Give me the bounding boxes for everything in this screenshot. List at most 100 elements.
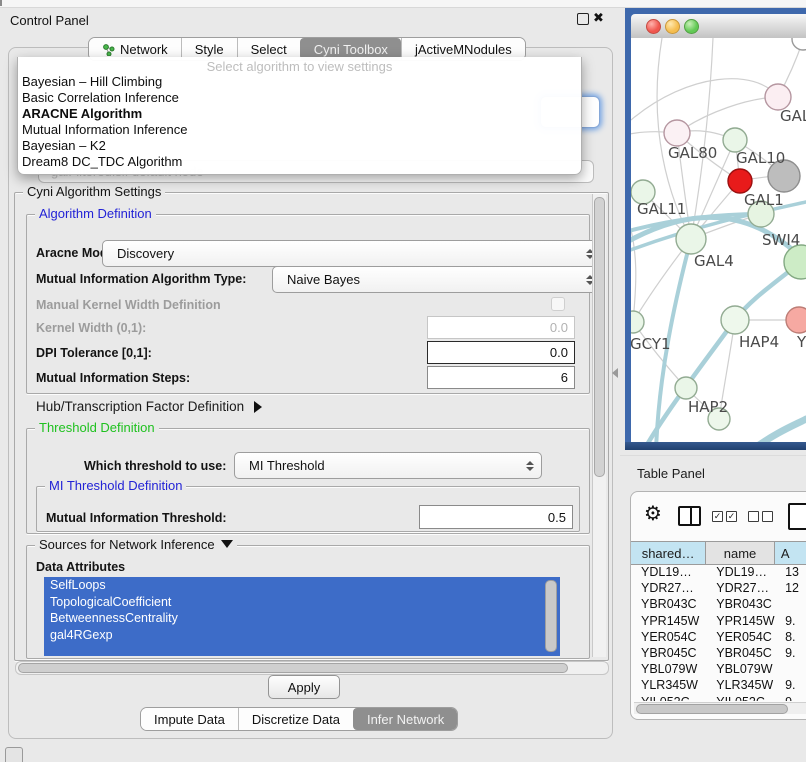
expand-right-icon	[254, 401, 262, 413]
table-cell: YLR345W	[706, 677, 775, 693]
network-window-titlebar[interactable]	[631, 14, 806, 39]
table-cell: YLR345W	[631, 677, 706, 693]
section-divider	[620, 455, 806, 456]
hap4-node[interactable]	[721, 306, 749, 334]
algorithm-option-basic-correlation-inference[interactable]: Basic Correlation Inference	[18, 90, 581, 106]
mi-type-value: Naive Bayes	[287, 272, 360, 287]
unchecked-box-icon[interactable]	[762, 511, 773, 522]
dpi-tolerance-label: DPI Tolerance [0,1]:	[36, 346, 152, 360]
column-header-a[interactable]: A	[775, 542, 806, 564]
attribute-item-topologicalcoefficient[interactable]: TopologicalCoefficient	[44, 594, 560, 611]
kernel-width-field[interactable]: 0.0	[427, 316, 575, 339]
table-row[interactable]: YDL19…YDL19…13	[631, 564, 806, 580]
settings-group-title: Cyni Algorithm Settings	[23, 185, 165, 199]
checked-box-icon[interactable]: ✓	[726, 511, 737, 522]
bottom-tab-label: Impute Data	[154, 712, 225, 727]
minimized-panel-icon[interactable]	[5, 747, 23, 762]
attribute-item-gal4rgexp[interactable]: gal4RGexp	[44, 627, 560, 644]
algorithm-definition-title: Algorithm Definition	[35, 207, 156, 221]
table-horizontal-scrollbar[interactable]	[634, 702, 806, 714]
algorithm-option-aracne-algorithm[interactable]: ARACNE Algorithm	[18, 106, 581, 122]
gal4-node[interactable]	[676, 224, 706, 254]
tab-label: jActiveMNodules	[415, 42, 512, 57]
which-threshold-select[interactable]: MI Threshold	[234, 452, 542, 479]
top-strip	[0, 0, 806, 8]
scrollbar-thumb[interactable]	[594, 197, 605, 477]
apply-button[interactable]: Apply	[268, 675, 340, 699]
screen: Control Panel ✖ NetworkStyleSelectCyni T…	[0, 0, 806, 762]
document-icon[interactable]	[788, 503, 806, 530]
red-node[interactable]	[728, 169, 752, 193]
tab-label: Network	[120, 42, 168, 57]
table-row[interactable]: YBR043CYBR043C	[631, 596, 806, 612]
gear-icon[interactable]: ⚙	[644, 501, 662, 525]
table-panel-title: Table Panel	[637, 466, 705, 481]
node-label-gal11: GAL11	[637, 200, 686, 218]
panel-divider-handle[interactable]	[612, 368, 618, 378]
bottom-tab-discretize-data[interactable]: Discretize Data	[238, 708, 353, 730]
partial-top-node[interactable]	[792, 38, 806, 50]
salmon-node[interactable]	[786, 307, 806, 333]
data-attributes-label: Data Attributes	[36, 560, 125, 574]
which-threshold-value: MI Threshold	[249, 458, 325, 473]
table-row[interactable]: YBR045CYBR045C9.	[631, 645, 806, 661]
network-edge	[677, 97, 778, 133]
corner-mark	[0, 0, 2, 6]
settings-horizontal-scrollbar[interactable]	[15, 661, 609, 675]
scrollbar-thumb[interactable]	[545, 580, 557, 652]
table-row[interactable]: YER054CYER054C8.	[631, 629, 806, 645]
algorithm-option-bayesian-k2[interactable]: Bayesian – K2	[18, 138, 581, 154]
attributes-scrollbar[interactable]	[545, 579, 556, 654]
network-graph: GALGAL80GAL10GAL1GAL11SWI4GAL4GCY1HAP4YH…	[631, 38, 806, 442]
checked-box-icon[interactable]: ✓	[712, 511, 723, 522]
table-row[interactable]: YBL079WYBL079W	[631, 661, 806, 677]
mi-threshold-field[interactable]: 0.5	[419, 505, 573, 529]
algorithm-option-mutual-information-inference[interactable]: Mutual Information Inference	[18, 122, 581, 138]
gcy1-node[interactable]	[631, 311, 644, 333]
algorithm-option-bayesian-hill-climbing[interactable]: Bayesian – Hill Climbing	[18, 74, 581, 90]
dpi-tolerance-field[interactable]: 0.0	[427, 341, 575, 364]
table-row[interactable]: YPR145WYPR145W9.	[631, 613, 806, 629]
hub-definition-expander[interactable]: Hub/Transcription Factor Definition	[36, 399, 262, 414]
attribute-item[interactable]	[44, 643, 560, 656]
table-row[interactable]: YIL052CYIL052C9	[631, 694, 806, 702]
gal80-node[interactable]	[664, 120, 690, 146]
table-panel: ⚙ ✓ ✓ shared…nameA YDL19…YDL19…13YDR27…Y…	[630, 491, 806, 720]
mi-steps-field[interactable]: 6	[427, 366, 575, 389]
split-columns-icon[interactable]	[678, 506, 701, 526]
table-cell: YBR043C	[631, 596, 706, 612]
table-cell: YER054C	[706, 629, 775, 645]
attribute-item-selfloops[interactable]: SelfLoops	[44, 577, 560, 594]
scrollbar-thumb[interactable]	[636, 704, 788, 714]
float-window-icon[interactable]	[577, 13, 589, 25]
mi-type-select[interactable]: Naive Bayes	[272, 266, 602, 293]
attribute-item-betweennesscentrality[interactable]: BetweennessCentrality	[44, 610, 560, 627]
aracne-mode-select[interactable]: Discovery	[102, 240, 602, 267]
bottom-tab-impute-data[interactable]: Impute Data	[141, 708, 238, 730]
network-edge	[633, 322, 686, 388]
column-header-shared[interactable]: shared…	[631, 542, 706, 564]
node-label-hap4: HAP4	[739, 333, 779, 351]
unchecked-box-icon[interactable]	[748, 511, 759, 522]
network-view-window[interactable]: GALGAL80GAL10GAL1GAL11SWI4GAL4GCY1HAP4YH…	[625, 8, 806, 450]
zoom-window-icon[interactable]	[684, 19, 699, 34]
table-row[interactable]: YLR345WYLR345W9.	[631, 677, 806, 693]
table-cell: YBL079W	[706, 661, 775, 677]
minimize-window-icon[interactable]	[665, 19, 680, 34]
network-canvas[interactable]: GALGAL80GAL10GAL1GAL11SWI4GAL4GCY1HAP4YH…	[631, 38, 806, 442]
close-window-icon[interactable]	[646, 19, 661, 34]
scrollbar-thumb[interactable]	[18, 663, 568, 673]
settings-vertical-scrollbar[interactable]	[592, 194, 606, 657]
sources-group-title[interactable]: Sources for Network Inference	[35, 538, 237, 552]
algorithm-option-dream8-dc-tdc-algorithm[interactable]: Dream8 DC_TDC Algorithm	[18, 154, 581, 170]
table-row[interactable]: YDR27…YDR27…12	[631, 580, 806, 596]
table-toolbar: ⚙ ✓ ✓	[631, 492, 806, 538]
table-cell: 9.	[775, 645, 806, 661]
column-header-name[interactable]: name	[706, 542, 775, 564]
bottom-tab-infer-network[interactable]: Infer Network	[353, 708, 457, 730]
close-icon[interactable]: ✖	[593, 10, 604, 26]
table-cell: YBL079W	[631, 661, 706, 677]
network-edge-highlighted	[752, 419, 806, 442]
manual-kernel-checkbox[interactable]	[551, 297, 565, 311]
hap2-node[interactable]	[675, 377, 697, 399]
